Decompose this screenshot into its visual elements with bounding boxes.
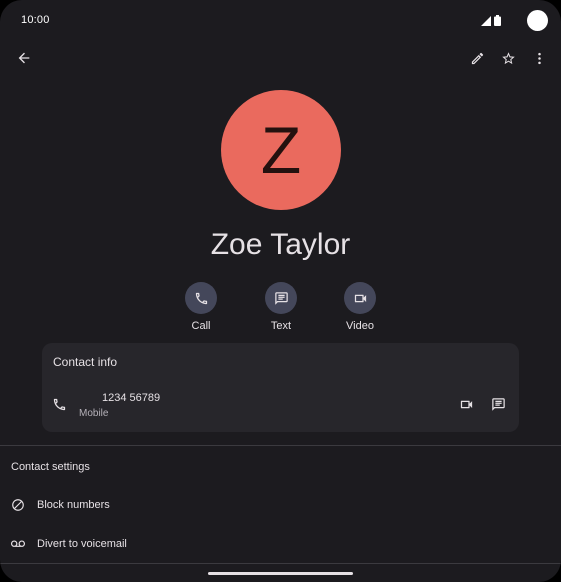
camera-cutout [527,10,548,31]
text-action-label: Text [270,320,292,332]
contact-details-screen: 10:00 Z Zoe Taylor Call Text Video Conta… [0,0,561,582]
phone-row-icon [52,397,67,412]
contact-settings-title: Contact settings [11,461,90,473]
back-button[interactable] [12,46,36,70]
bottom-divider [0,563,561,564]
battery-icon [494,15,501,26]
video-action-button[interactable]: Video [330,282,390,332]
block-numbers-label: Block numbers [37,499,110,511]
voicemail-icon [11,537,25,551]
phone-row-message-button[interactable] [491,397,506,412]
message-icon [274,291,289,306]
text-action-button[interactable]: Text [251,282,311,332]
videocam-icon [353,291,368,306]
pencil-icon [470,51,485,66]
signal-icon [481,15,491,26]
section-divider [0,445,561,446]
divert-to-voicemail-label: Divert to voicemail [37,538,127,550]
phone-row-video-button[interactable] [459,397,474,412]
block-icon [11,498,25,512]
contact-avatar: Z [221,90,341,210]
favorite-button[interactable] [496,46,520,70]
arrow-back-icon [16,50,32,66]
contact-info-card: Contact info 1234 56789 Mobile [42,343,519,432]
status-icons [481,15,501,26]
call-action-circle [185,282,217,314]
phone-number[interactable]: 1234 56789 [102,392,160,404]
videocam-icon [459,397,474,412]
call-action-button[interactable]: Call [171,282,231,332]
text-action-circle [265,282,297,314]
more-vert-icon [532,51,547,66]
status-bar: 10:00 [0,0,561,42]
video-action-circle [344,282,376,314]
contact-info-title: Contact info [53,355,118,369]
message-icon [491,397,506,412]
star-icon [501,51,516,66]
status-time: 10:00 [21,14,50,26]
divert-to-voicemail-item[interactable]: Divert to voicemail [0,527,561,561]
home-indicator[interactable] [208,572,353,575]
video-action-label: Video [346,320,374,332]
more-options-button[interactable] [527,46,551,70]
call-action-label: Call [191,320,211,332]
block-numbers-item[interactable]: Block numbers [0,488,561,522]
phone-type: Mobile [79,408,109,419]
edit-button[interactable] [465,46,489,70]
contact-name: Zoe Taylor [210,228,351,261]
phone-icon [194,291,209,306]
